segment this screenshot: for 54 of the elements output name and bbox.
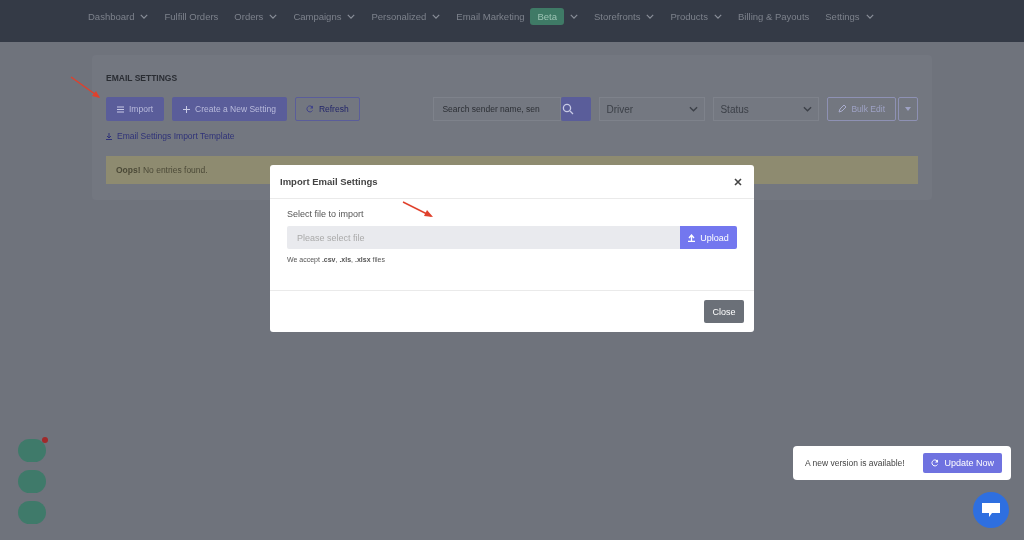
nav-item[interactable]: Billing & Payouts bbox=[738, 10, 810, 22]
dialog-title: Import Email Settings bbox=[280, 176, 378, 187]
chevron-down-icon bbox=[865, 13, 874, 19]
chat-button[interactable] bbox=[973, 492, 1009, 528]
list-icon bbox=[117, 105, 124, 113]
refresh-icon bbox=[305, 105, 314, 113]
chevron-down-icon bbox=[570, 13, 578, 19]
nav-item[interactable]: Fulfill Orders bbox=[164, 10, 219, 22]
import-template-link[interactable]: Email Settings Import Template bbox=[106, 131, 235, 141]
bulk-edit-button[interactable]: Bulk Edit bbox=[827, 97, 896, 121]
chat-bubble-icon bbox=[981, 502, 1001, 518]
chevron-down-icon bbox=[269, 13, 278, 19]
update-now-button[interactable]: Update Now bbox=[923, 453, 1002, 473]
chevron-down-icon bbox=[714, 13, 722, 19]
floating-action-button[interactable] bbox=[18, 501, 46, 524]
floating-action-button[interactable] bbox=[18, 439, 46, 462]
toast-message: A new version is available! bbox=[805, 458, 905, 468]
dropdown-toggle-button[interactable] bbox=[898, 97, 918, 121]
import-button[interactable]: Import bbox=[106, 97, 165, 121]
refresh-button[interactable]: Refresh bbox=[294, 97, 360, 121]
plus-icon bbox=[183, 105, 191, 113]
nav-item[interactable]: Personalized bbox=[371, 10, 441, 22]
chevron-down-icon bbox=[432, 13, 441, 19]
refresh-icon bbox=[931, 459, 940, 467]
chevron-down-icon bbox=[347, 13, 356, 19]
beta-badge: Beta bbox=[530, 7, 564, 25]
chevron-down-icon bbox=[140, 13, 149, 19]
notification-dot bbox=[42, 437, 48, 443]
nav-item[interactable]: Products bbox=[670, 10, 722, 22]
page-title: EMAIL SETTINGS bbox=[106, 73, 179, 83]
nav-item[interactable]: Dashboard bbox=[88, 10, 149, 22]
search-icon bbox=[562, 103, 575, 115]
chevron-down-icon bbox=[646, 13, 655, 19]
arrow-annotation bbox=[402, 201, 434, 219]
caret-icon bbox=[905, 107, 911, 111]
nav-item[interactable]: Campaigns bbox=[293, 10, 356, 22]
file-field[interactable]: Please select file bbox=[287, 226, 680, 249]
nav-item[interactable]: Email Marketing Beta bbox=[456, 7, 578, 25]
nav-item[interactable]: Settings bbox=[825, 10, 874, 22]
search-button[interactable] bbox=[561, 97, 592, 121]
nav-item[interactable]: Storefronts bbox=[594, 10, 655, 22]
search-field[interactable]: Search sender name, sen bbox=[433, 97, 562, 121]
arrow-annotation bbox=[70, 76, 102, 100]
pencil-icon bbox=[838, 105, 847, 113]
nav-item[interactable]: Orders bbox=[234, 10, 278, 22]
close-button[interactable]: Close bbox=[704, 300, 744, 323]
floating-action-button[interactable] bbox=[18, 470, 46, 493]
chevron-down-icon bbox=[689, 106, 699, 112]
upload-button[interactable]: Upload bbox=[680, 226, 737, 249]
upload-icon bbox=[688, 233, 696, 242]
download-icon bbox=[106, 132, 112, 140]
field-label: Select file to import bbox=[287, 209, 364, 219]
create-setting-button[interactable]: Create a New Setting bbox=[172, 97, 287, 121]
chevron-down-icon bbox=[803, 106, 813, 112]
